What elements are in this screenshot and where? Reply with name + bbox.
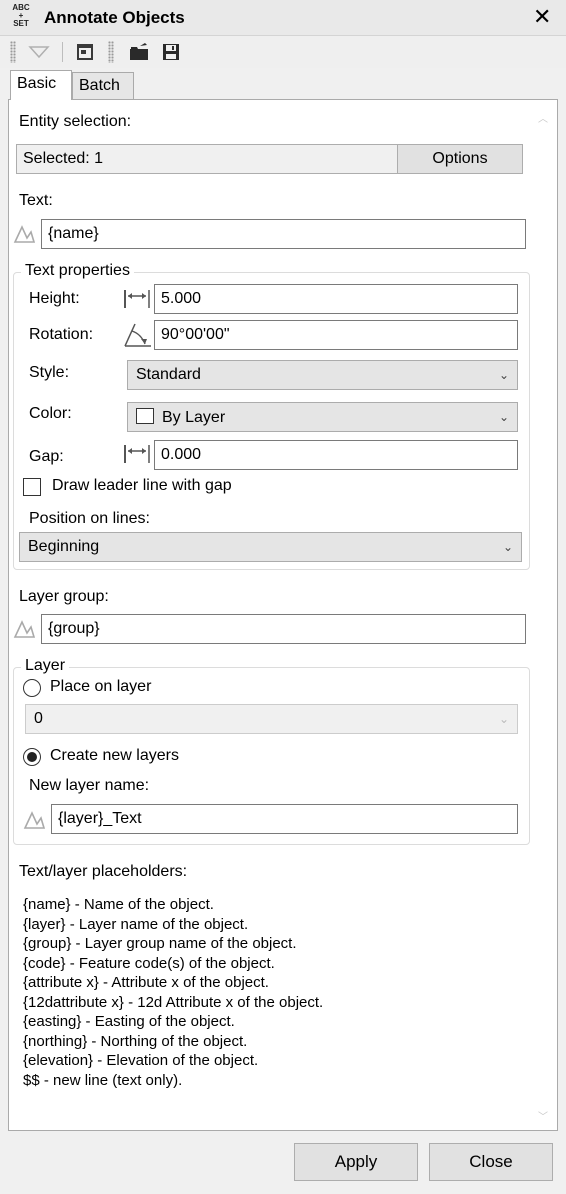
create-new-layers-label: Create new layers: [50, 747, 179, 764]
layer-select-value: 0: [34, 710, 43, 727]
position-label: Position on lines:: [29, 510, 150, 527]
text-placeholder-icon[interactable]: [22, 808, 46, 832]
app-icon: ABC + SET: [8, 4, 34, 32]
chevron-down-icon: ⌄: [498, 410, 509, 424]
entity-selection-field: Selected: 1: [16, 144, 398, 174]
toolbar-grip[interactable]: [10, 41, 16, 63]
gap-label: Gap:: [29, 448, 64, 465]
text-placeholder-icon[interactable]: [12, 617, 36, 641]
text-placeholder-icon[interactable]: [12, 222, 36, 246]
toolbar-separator: [62, 42, 63, 62]
title-bar: ABC + SET Annotate Objects ✕: [0, 0, 566, 36]
window-icon[interactable]: [74, 41, 96, 63]
placeholder-line: {group} - Layer group name of the object…: [23, 935, 297, 952]
options-button[interactable]: Options: [397, 144, 523, 174]
placeholder-line: {easting} - Easting of the object.: [23, 1013, 235, 1030]
text-input[interactable]: {name}: [41, 219, 526, 249]
placeholder-line: {attribute x} - Attribute x of the objec…: [23, 974, 269, 991]
draw-leader-checkbox[interactable]: [23, 478, 41, 496]
tab-batch[interactable]: Batch: [72, 72, 134, 100]
scroll-up-icon[interactable]: ︿: [538, 110, 548, 125]
toolbar-grip[interactable]: [108, 41, 114, 63]
position-select-value: Beginning: [28, 538, 100, 555]
placeholder-line: $$ - new line (text only).: [23, 1071, 183, 1089]
angle-icon: [123, 322, 153, 353]
layer-select[interactable]: 0 ⌄: [25, 704, 518, 734]
placeholder-line: {northing} - Northing of the object.: [23, 1032, 248, 1050]
chevron-down-icon: ⌄: [498, 712, 509, 726]
new-layer-name-label: New layer name:: [29, 777, 150, 794]
app-icon-line: SET: [13, 19, 29, 28]
chevron-down-icon: ⌄: [502, 540, 513, 554]
style-select-value: Standard: [136, 366, 201, 383]
color-select-value-wrap: By Layer: [136, 407, 226, 427]
layer-group-label: Layer group:: [19, 588, 109, 605]
entity-selection-label: Entity selection:: [19, 113, 132, 130]
scroll-down-icon[interactable]: ﹀: [538, 1108, 548, 1123]
radio-dot: [27, 752, 37, 762]
layer-legend: Layer: [21, 657, 70, 675]
style-select[interactable]: Standard ⌄: [127, 360, 518, 390]
toolbar: [0, 36, 566, 68]
color-swatch: [136, 407, 154, 424]
dropdown-triangle-icon[interactable]: [28, 41, 50, 63]
text-label: Text:: [19, 192, 53, 209]
color-label: Color:: [29, 405, 72, 422]
place-on-layer-label: Place on layer: [50, 678, 152, 695]
placeholder-line: {layer} - Layer name of the object.: [23, 915, 249, 933]
new-layer-name-input[interactable]: {layer}_Text: [51, 804, 518, 834]
color-select[interactable]: By Layer ⌄: [127, 402, 518, 432]
style-label: Style:: [29, 364, 70, 381]
create-new-layers-radio[interactable]: [23, 748, 41, 766]
placeholder-line: {code} - Feature code(s) of the object.: [23, 954, 275, 972]
close-button[interactable]: Close: [429, 1143, 553, 1181]
placeholder-line: {name} - Name of the object.: [23, 896, 214, 913]
apply-button[interactable]: Apply: [294, 1143, 418, 1181]
placeholder-line: {elevation} - Elevation of the object.: [23, 1052, 259, 1069]
placeholders-list: {name} - Name of the object. {layer} - L…: [23, 895, 323, 1090]
chevron-down-icon: ⌄: [498, 368, 509, 382]
tab-basic[interactable]: Basic: [10, 70, 72, 100]
rotation-label: Rotation:: [29, 326, 94, 343]
place-on-layer-radio[interactable]: [23, 679, 41, 697]
draw-leader-label: Draw leader line with gap: [52, 477, 232, 494]
dimension-icon: [123, 443, 151, 470]
text-properties-legend: Text properties: [21, 262, 134, 280]
position-select[interactable]: Beginning ⌄: [19, 532, 522, 562]
layer-group-input[interactable]: {group}: [41, 614, 526, 644]
placeholder-line: {12dattribute x} - 12d Attribute x of th…: [23, 993, 324, 1011]
open-folder-icon[interactable]: [128, 41, 150, 63]
save-icon[interactable]: [160, 41, 182, 63]
dimension-icon: [123, 288, 151, 315]
placeholders-label: Text/layer placeholders:: [19, 863, 188, 880]
color-select-value: By Layer: [162, 408, 226, 426]
height-label: Height:: [29, 290, 80, 307]
close-icon[interactable]: ✕: [533, 4, 551, 30]
window-title: Annotate Objects: [44, 8, 185, 27]
height-input[interactable]: 5.000: [154, 284, 518, 314]
gap-input[interactable]: 0.000: [154, 440, 518, 470]
rotation-input[interactable]: 90°00'00": [154, 320, 518, 350]
